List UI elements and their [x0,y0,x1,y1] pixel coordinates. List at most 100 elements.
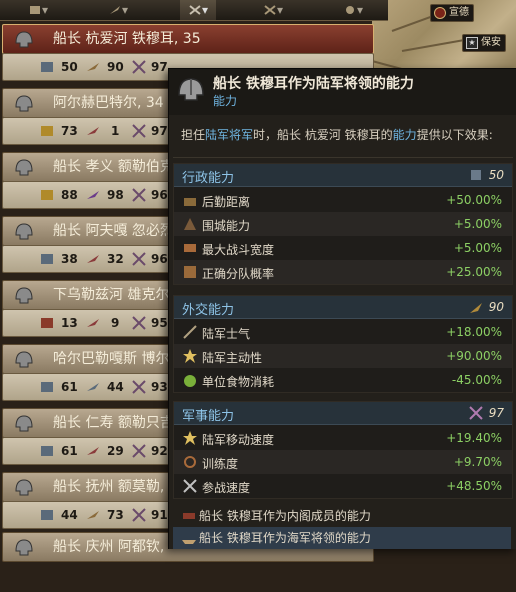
effect-row: 陆军移动速度 +19.40% [174,426,512,450]
effect-row: 陆军主动性 +90.00% [174,344,512,368]
diplomacy-icon [87,127,99,135]
effect-row: 正确分队概率 +25.00% [174,260,512,284]
map-city-name: 宣德 [449,7,469,18]
admin-icon [41,190,53,200]
diplomacy-icon [470,303,482,313]
initiative-icon [183,349,197,363]
admin-icon [471,170,481,180]
crossed-swords-icon [189,5,201,15]
helmet-icon [15,539,33,556]
diplomacy-icon [87,191,99,199]
quill-icon [109,6,120,14]
military-icon [132,444,146,458]
morale-icon [183,325,197,339]
section-header: 外交能力 90 [174,296,512,319]
drill-icon [184,456,196,468]
cabinet-ability-link[interactable]: 船长 铁穆耳作为内阁成员的能力 [173,505,511,527]
helmet-icon [15,223,33,240]
general-name: 阿尔赫巴特尔, 34 [53,95,164,111]
scroll-icon [29,6,40,14]
general-name: 船长 杭爱河 铁穆耳, 35 [53,31,201,47]
sort-tab[interactable]: ▾ [100,0,136,20]
admin-icon [41,126,53,136]
diplomacy-section: 外交能力 90 陆军士气 +18.00% 陆军主动性 +90.00% 单位食物消… [173,295,513,393]
tooltip-header: 船长 铁穆耳作为陆军将领的能力 能力 [169,69,516,115]
role-link[interactable]: 陆军将军 [205,128,253,142]
food-icon [184,375,196,387]
diplomacy-icon [87,511,99,519]
ability-link[interactable]: 能力 [393,128,417,142]
swords-icon [264,5,276,15]
city-marker-icon [434,7,446,19]
diplomacy-icon [87,319,99,327]
diplomacy-icon [87,383,99,391]
helmet-icon [15,287,33,304]
sort-tab[interactable]: ▾ [20,0,56,20]
general-name-bar[interactable]: 船长 杭爱河 铁穆耳, 35 [2,24,374,54]
map-city-label[interactable]: ★ 保安 [462,34,506,52]
admin-icon [41,318,53,328]
sort-tab-military[interactable]: ▾ [180,0,216,20]
effect-row: 单位食物消耗 -45.00% [174,368,512,392]
siege-icon [184,218,196,230]
general-helmet-icon [178,78,204,101]
movement-icon [183,431,197,445]
general-name: 船长 阿夫嘎 忽必烈 [53,223,174,239]
helmet-icon [15,351,33,368]
admin-section: 行政能力 50 后勤距离 +50.00% 围城能力 +5.00% 最大战斗宽度 … [173,163,513,285]
general-name: 哈尔巴勒嘎斯 博尔 [53,351,170,367]
section-header: 行政能力 50 [174,164,512,187]
helmet-icon [15,159,33,176]
general-name: 船长 庆州 阿都钦, [53,539,165,555]
military-icon [132,508,146,522]
admin-icon [41,446,53,456]
sort-tab[interactable]: ▾ [335,0,371,20]
general-name: 船长 仁寿 额勒只吉 [53,415,174,431]
helmet-icon [15,95,33,112]
military-icon [132,380,146,394]
star-icon [345,6,354,14]
map-city-name: 保安 [481,37,501,48]
sort-tab-bar: ▾ ▾ ▾ ▾ ▾ [0,0,388,21]
military-icon [132,188,146,202]
tooltip-subtitle: 能力 [213,94,238,108]
ability-tooltip: 船长 铁穆耳作为陆军将领的能力 能力 担任陆军将军时，船长 杭爱河 铁穆耳的能力… [168,68,516,549]
ship-icon [182,540,196,544]
supply-icon [184,198,196,206]
military-section: 军事能力 97 陆军移动速度 +19.40% 训练度 +9.70% 参战速度 +… [173,401,513,499]
admin-icon [41,510,53,520]
admin-icon [41,254,53,264]
engage-speed-icon [183,479,197,493]
general-name: 下乌勒兹河 雄克尔 [53,287,170,303]
helmet-icon [15,415,33,432]
sort-tab[interactable]: ▾ [255,0,291,20]
helmet-icon [15,31,33,48]
military-icon [132,316,146,330]
star-marker-icon: ★ [466,37,478,49]
general-name: 船长 孝义 额勒伯克 [53,159,174,175]
effect-row: 最大战斗宽度 +5.00% [174,236,512,260]
cabinet-icon [183,513,195,519]
tooltip-title: 船长 铁穆耳作为陆军将领的能力 [213,76,414,92]
effect-row: 训练度 +9.70% [174,450,512,474]
regiment-icon [184,266,196,278]
naval-ability-link[interactable]: 船长 铁穆耳作为海军将领的能力 [173,527,511,549]
military-icon [132,60,146,74]
section-header: 军事能力 97 [174,402,512,425]
general-name: 船长 抚州 额莫勒, [53,479,165,495]
military-icon [132,252,146,266]
military-icon [132,124,146,138]
map-city-label[interactable]: 宣德 [430,4,474,22]
battle-width-icon [184,244,196,252]
military-icon [469,406,483,420]
admin-icon [41,382,53,392]
diplomacy-icon [87,63,99,71]
diplomacy-icon [87,255,99,263]
helmet-icon [15,479,33,496]
effect-row: 围城能力 +5.00% [174,212,512,236]
admin-icon [41,62,53,72]
effect-row: 陆军士气 +18.00% [174,320,512,344]
effect-row: 参战速度 +48.50% [174,474,512,498]
tooltip-description: 担任陆军将军时，船长 杭爱河 铁穆耳的能力提供以下效果: [181,128,493,142]
diplomacy-icon [87,447,99,455]
